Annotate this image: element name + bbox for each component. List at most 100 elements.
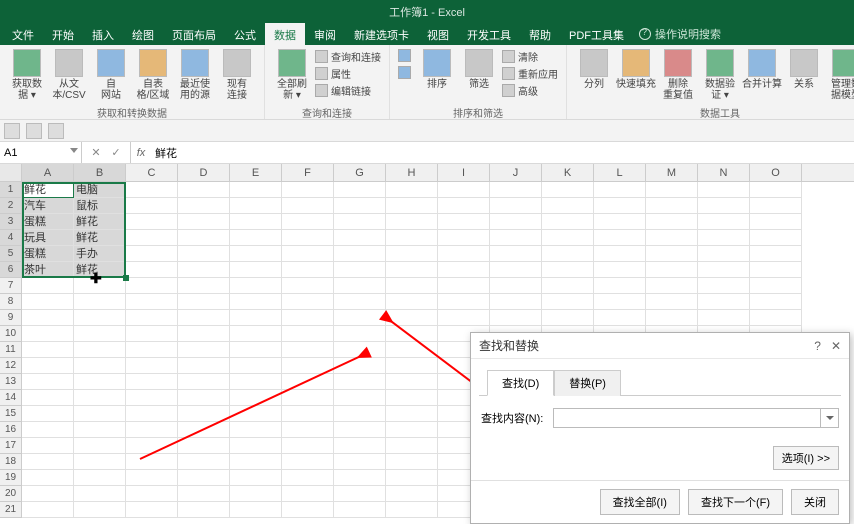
cell[interactable] <box>230 358 282 374</box>
cell[interactable] <box>750 182 802 198</box>
enter-formula-button[interactable]: ✓ <box>108 145 124 161</box>
fill-handle[interactable] <box>123 275 129 281</box>
cell[interactable] <box>646 246 698 262</box>
cell[interactable] <box>230 230 282 246</box>
cell[interactable] <box>386 278 438 294</box>
cell[interactable] <box>22 294 74 310</box>
cell[interactable] <box>282 246 334 262</box>
menu-tab-5[interactable]: 公式 <box>225 23 265 45</box>
row-header[interactable]: 15 <box>0 406 22 422</box>
cell[interactable] <box>490 182 542 198</box>
cell[interactable] <box>386 406 438 422</box>
column-header[interactable]: H <box>386 164 438 181</box>
cell[interactable] <box>74 294 126 310</box>
cell[interactable] <box>126 374 178 390</box>
cell[interactable] <box>74 422 126 438</box>
cell[interactable] <box>22 278 74 294</box>
row-header[interactable]: 9 <box>0 310 22 326</box>
cell[interactable] <box>386 182 438 198</box>
cell[interactable] <box>22 342 74 358</box>
cell[interactable] <box>490 230 542 246</box>
cell[interactable] <box>178 390 230 406</box>
row-header[interactable]: 4 <box>0 230 22 246</box>
ribbon-small-button[interactable]: 重新应用 <box>502 66 558 81</box>
cell[interactable] <box>230 182 282 198</box>
row-header[interactable]: 6 <box>0 262 22 278</box>
cell[interactable] <box>230 326 282 342</box>
ribbon-button[interactable]: 快速填充 <box>616 47 656 90</box>
cell[interactable] <box>282 438 334 454</box>
cell[interactable] <box>178 454 230 470</box>
cell[interactable] <box>22 310 74 326</box>
cell[interactable] <box>282 406 334 422</box>
cell[interactable] <box>282 278 334 294</box>
cell[interactable] <box>386 486 438 502</box>
cell[interactable] <box>178 278 230 294</box>
row-header[interactable]: 12 <box>0 358 22 374</box>
cell[interactable] <box>230 438 282 454</box>
cell[interactable] <box>230 214 282 230</box>
cell[interactable] <box>386 198 438 214</box>
ribbon-small-button[interactable]: 查询和连接 <box>315 49 381 64</box>
cell[interactable] <box>750 198 802 214</box>
cell[interactable] <box>334 230 386 246</box>
menu-tab-8[interactable]: 新建选项卡 <box>345 23 418 45</box>
cell[interactable] <box>438 230 490 246</box>
cell[interactable] <box>646 214 698 230</box>
cell[interactable] <box>646 198 698 214</box>
tab-find[interactable]: 查找(D) <box>487 370 554 396</box>
cell[interactable] <box>126 262 178 278</box>
cell[interactable] <box>750 230 802 246</box>
cell[interactable] <box>334 262 386 278</box>
cell[interactable] <box>126 294 178 310</box>
cell[interactable] <box>542 198 594 214</box>
cell[interactable] <box>230 422 282 438</box>
cell[interactable] <box>22 406 74 422</box>
cell[interactable] <box>22 390 74 406</box>
menu-tab-4[interactable]: 页面布局 <box>163 23 225 45</box>
row-header[interactable]: 17 <box>0 438 22 454</box>
cell[interactable] <box>230 198 282 214</box>
row-header[interactable]: 18 <box>0 454 22 470</box>
cell[interactable] <box>334 454 386 470</box>
cell[interactable] <box>126 278 178 294</box>
cell[interactable] <box>646 230 698 246</box>
row-header[interactable]: 16 <box>0 422 22 438</box>
cell[interactable] <box>22 358 74 374</box>
cell[interactable] <box>74 486 126 502</box>
select-all-corner[interactable] <box>0 164 22 181</box>
row-header[interactable]: 7 <box>0 278 22 294</box>
cell[interactable] <box>230 278 282 294</box>
row-header[interactable]: 1 <box>0 182 22 198</box>
cell[interactable] <box>282 390 334 406</box>
cell[interactable] <box>386 502 438 518</box>
cell[interactable] <box>178 246 230 262</box>
cell[interactable] <box>334 374 386 390</box>
cell[interactable] <box>126 406 178 422</box>
menu-tab-9[interactable]: 视图 <box>418 23 458 45</box>
cell[interactable] <box>594 230 646 246</box>
cell[interactable] <box>386 214 438 230</box>
filter-button[interactable]: 筛选 <box>459 47 499 90</box>
cell[interactable] <box>698 198 750 214</box>
row-header[interactable]: 20 <box>0 486 22 502</box>
cell[interactable] <box>22 454 74 470</box>
cell[interactable] <box>178 262 230 278</box>
cancel-formula-button[interactable]: ✕ <box>88 145 104 161</box>
cell[interactable] <box>594 294 646 310</box>
column-header[interactable]: G <box>334 164 386 181</box>
cell[interactable] <box>22 374 74 390</box>
column-header[interactable]: N <box>698 164 750 181</box>
cell[interactable] <box>334 278 386 294</box>
cell[interactable] <box>490 262 542 278</box>
cell[interactable] <box>282 294 334 310</box>
cell[interactable] <box>178 230 230 246</box>
cell[interactable] <box>386 246 438 262</box>
cell[interactable] <box>178 294 230 310</box>
formula-input[interactable] <box>151 142 854 163</box>
menu-tab-6[interactable]: 数据 <box>265 23 305 45</box>
fx-icon[interactable]: fx <box>131 142 151 163</box>
row-header[interactable]: 19 <box>0 470 22 486</box>
cell[interactable] <box>230 294 282 310</box>
cell[interactable] <box>542 278 594 294</box>
